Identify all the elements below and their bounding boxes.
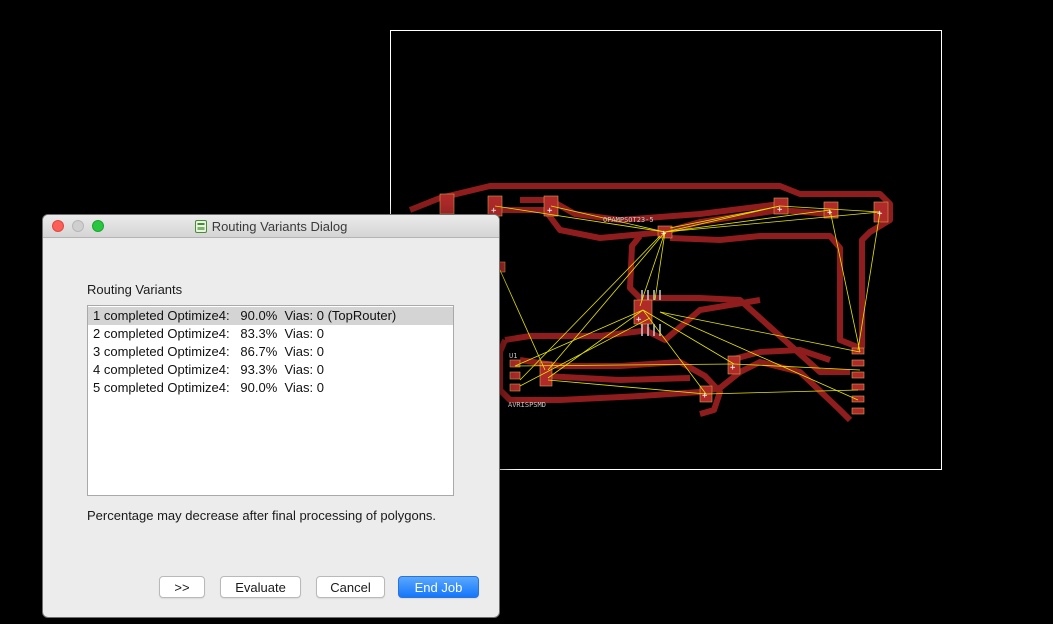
svg-text:+: + bbox=[827, 208, 833, 218]
end-job-button[interactable]: End Job bbox=[398, 576, 479, 598]
routing-variants-dialog: Routing Variants Dialog Routing Variants… bbox=[43, 215, 499, 617]
svg-text:+: + bbox=[547, 206, 553, 216]
variants-list[interactable]: 1 completed Optimize4: 90.0% Vias: 0 (To… bbox=[87, 305, 454, 496]
more-button[interactable]: >> bbox=[159, 576, 205, 598]
svg-text:+: + bbox=[877, 209, 883, 219]
variant-row[interactable]: 2 completed Optimize4: 83.3% Vias: 0 bbox=[88, 325, 453, 343]
svg-text:+: + bbox=[777, 205, 783, 215]
title-bar[interactable]: Routing Variants Dialog bbox=[43, 215, 499, 238]
variant-row[interactable]: 3 completed Optimize4: 86.7% Vias: 0 bbox=[88, 343, 453, 361]
label-u1: U1 bbox=[509, 352, 517, 360]
eagle-app-icon bbox=[194, 219, 207, 233]
cancel-button[interactable]: Cancel bbox=[316, 576, 385, 598]
label-avrisp: AVRISPSMD bbox=[508, 401, 546, 409]
variant-row[interactable]: 4 completed Optimize4: 93.3% Vias: 0 bbox=[88, 361, 453, 379]
svg-text:+: + bbox=[702, 391, 708, 401]
variant-row[interactable]: 5 completed Optimize4: 90.0% Vias: 0 bbox=[88, 379, 453, 397]
svg-text:+: + bbox=[730, 363, 736, 373]
svg-text:+: + bbox=[636, 315, 642, 325]
variant-row[interactable]: 1 completed Optimize4: 90.0% Vias: 0 (To… bbox=[88, 307, 453, 325]
label-opamp: OPAMPSOT23-5 bbox=[603, 216, 654, 224]
dialog-title: Routing Variants Dialog bbox=[211, 218, 348, 234]
evaluate-button[interactable]: Evaluate bbox=[220, 576, 301, 598]
title-wrap: Routing Variants Dialog bbox=[43, 215, 499, 237]
polygon-note: Percentage may decrease after final proc… bbox=[87, 508, 437, 523]
section-label: Routing Variants bbox=[87, 282, 183, 297]
svg-text:+: + bbox=[661, 229, 667, 239]
